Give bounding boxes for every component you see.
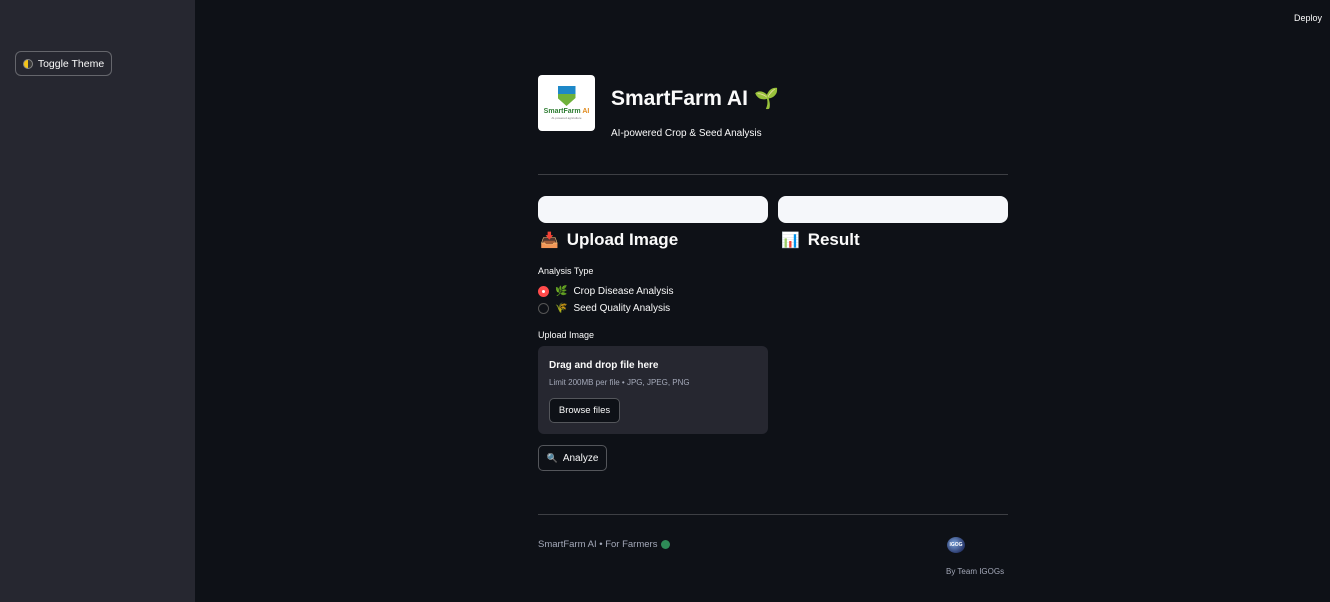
magnifier-icon: 🔍	[546, 452, 558, 463]
logo-subtext: AI-powered agriculture	[551, 116, 582, 120]
result-column-banner	[778, 196, 1008, 223]
result-heading: 📊 Result	[781, 230, 860, 249]
app-logo: SmartFarm AI AI-powered agriculture	[538, 75, 595, 131]
theme-icon	[22, 58, 33, 69]
page-title: SmartFarm AI 🌱	[611, 86, 779, 111]
sidebar: Toggle Theme	[0, 0, 195, 602]
sprout-icon: 🌱	[753, 88, 779, 110]
globe-icon	[661, 540, 671, 549]
radio-crop-disease[interactable]: 🌿 Crop Disease Analysis	[538, 286, 674, 297]
radio-label: Seed Quality Analysis	[573, 303, 671, 314]
analyze-button[interactable]: 🔍 Analyze	[538, 445, 607, 471]
toggle-theme-button[interactable]: Toggle Theme	[15, 51, 112, 76]
upload-column-banner	[538, 196, 768, 223]
dropzone-limit: Limit 200MB per file • JPG, JPEG, PNG	[549, 378, 690, 387]
radio-selected-icon[interactable]	[538, 286, 549, 297]
upload-image-label: Upload Image	[538, 330, 595, 340]
analysis-type-label: Analysis Type	[538, 266, 594, 276]
upload-heading: 📥 Upload Image	[540, 230, 679, 249]
radio-label: Crop Disease Analysis	[573, 286, 674, 297]
bar-chart-icon: 📊	[781, 232, 800, 249]
toggle-theme-label: Toggle Theme	[37, 57, 105, 70]
radio-unselected-icon[interactable]	[538, 303, 549, 314]
team-logo: IGOG	[947, 537, 965, 553]
divider-top	[538, 174, 1008, 175]
logo-text: SmartFarm AI	[543, 108, 590, 115]
inbox-tray-icon: 📥	[540, 232, 559, 249]
shield-icon	[557, 86, 576, 106]
deploy-button[interactable]: Deploy	[1294, 13, 1322, 23]
herb-icon: 🌿	[555, 286, 568, 297]
divider-bottom	[538, 514, 1008, 515]
dropzone-title: Drag and drop file here	[549, 360, 659, 371]
rice-icon: 🌾	[555, 303, 568, 314]
radio-seed-quality[interactable]: 🌾 Seed Quality Analysis	[538, 303, 670, 314]
team-credit: By Team IGOGs	[946, 567, 1005, 576]
file-dropzone[interactable]: Drag and drop file here Limit 200MB per …	[538, 346, 768, 434]
footer-text: SmartFarm AI • For Farmers	[538, 539, 671, 550]
page-subtitle: AI-powered Crop & Seed Analysis	[611, 128, 762, 139]
browse-files-button[interactable]: Browse files	[549, 398, 620, 423]
